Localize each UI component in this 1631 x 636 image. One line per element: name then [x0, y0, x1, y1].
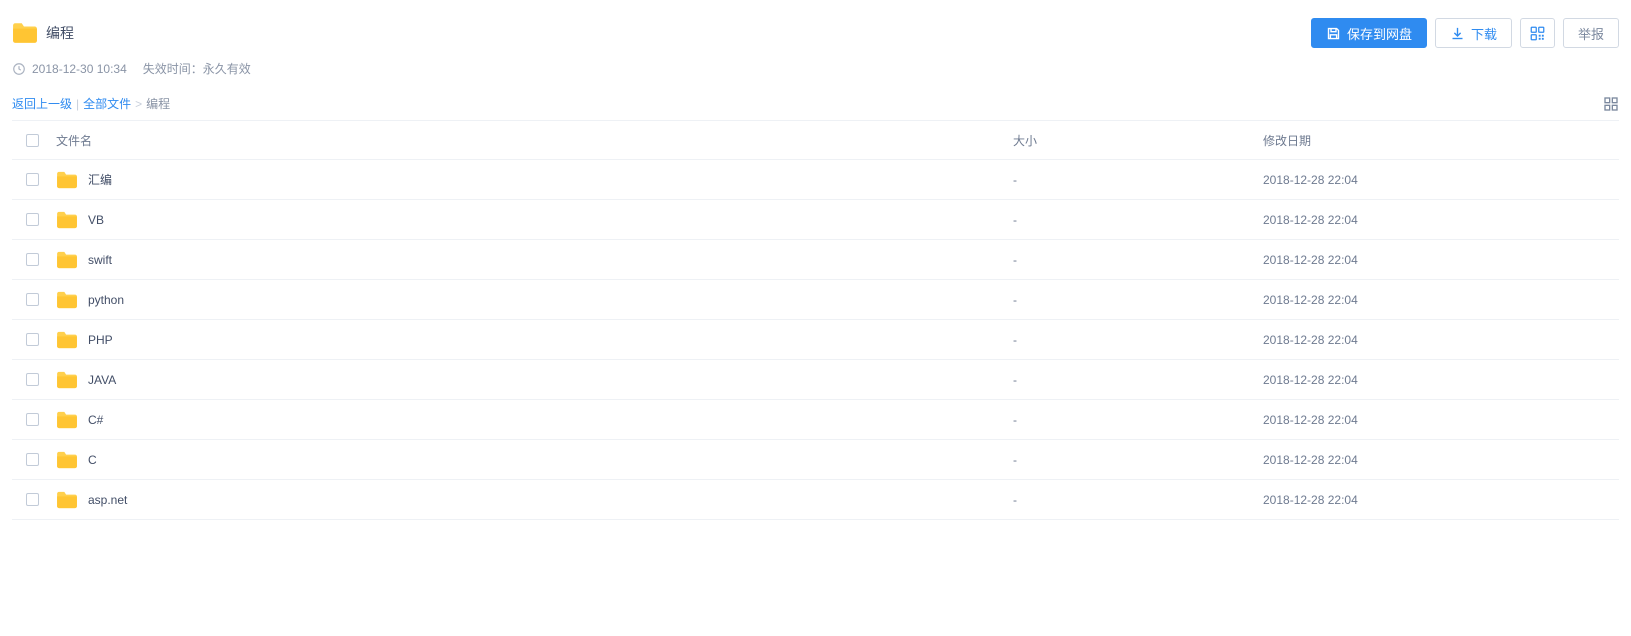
file-date: 2018-12-28 22:04 [1259, 333, 1619, 347]
file-name-link[interactable]: python [88, 293, 124, 307]
file-date: 2018-12-28 22:04 [1259, 213, 1619, 227]
col-name: 文件名 [52, 132, 1009, 149]
qr-icon [1530, 26, 1545, 41]
table-row: python - 2018-12-28 22:04 [12, 280, 1619, 320]
folder-icon [56, 211, 78, 229]
folder-icon [12, 22, 38, 44]
qr-button[interactable] [1520, 18, 1555, 48]
file-name-link[interactable]: asp.net [88, 493, 127, 507]
folder-icon [56, 291, 78, 309]
table-row: swift - 2018-12-28 22:04 [12, 240, 1619, 280]
table-row: JAVA - 2018-12-28 22:04 [12, 360, 1619, 400]
row-checkbox[interactable] [26, 333, 39, 346]
folder-icon [56, 171, 78, 189]
table-row: C# - 2018-12-28 22:04 [12, 400, 1619, 440]
row-checkbox[interactable] [26, 373, 39, 386]
table-row: asp.net - 2018-12-28 22:04 [12, 480, 1619, 520]
file-name-link[interactable]: C [88, 453, 97, 467]
folder-icon [56, 491, 78, 509]
table-row: 汇编 - 2018-12-28 22:04 [12, 160, 1619, 200]
file-name-link[interactable]: swift [88, 253, 112, 267]
file-size: - [1009, 253, 1259, 267]
col-size: 大小 [1009, 132, 1259, 149]
download-icon [1450, 26, 1465, 41]
file-size: - [1009, 413, 1259, 427]
table-row: C - 2018-12-28 22:04 [12, 440, 1619, 480]
table-row: PHP - 2018-12-28 22:04 [12, 320, 1619, 360]
header: 编程 保存到网盘 下载 举报 [12, 10, 1619, 54]
file-size: - [1009, 213, 1259, 227]
clock-icon [12, 62, 26, 76]
file-name-link[interactable]: PHP [88, 333, 113, 347]
table-header: 文件名 大小 修改日期 [12, 120, 1619, 160]
file-name-link[interactable]: VB [88, 213, 104, 227]
col-date: 修改日期 [1259, 132, 1619, 149]
row-checkbox[interactable] [26, 493, 39, 506]
breadcrumb: 返回上一级 | 全部文件 > 编程 [12, 95, 170, 112]
row-checkbox[interactable] [26, 453, 39, 466]
breadcrumb-current: 编程 [146, 95, 170, 112]
file-name-link[interactable]: C# [88, 413, 103, 427]
grid-view-icon[interactable] [1603, 96, 1619, 112]
table-row: VB - 2018-12-28 22:04 [12, 200, 1619, 240]
file-date: 2018-12-28 22:04 [1259, 493, 1619, 507]
select-all-checkbox[interactable] [26, 134, 39, 147]
file-size: - [1009, 453, 1259, 467]
file-date: 2018-12-28 22:04 [1259, 253, 1619, 267]
file-name-link[interactable]: 汇编 [88, 171, 112, 188]
file-date: 2018-12-28 22:04 [1259, 453, 1619, 467]
file-date: 2018-12-28 22:04 [1259, 173, 1619, 187]
folder-icon [56, 371, 78, 389]
download-button[interactable]: 下载 [1435, 18, 1512, 48]
file-size: - [1009, 293, 1259, 307]
file-name-link[interactable]: JAVA [88, 373, 116, 387]
meta-row: 2018-12-30 10:34 失效时间：永久有效 [12, 54, 1619, 87]
file-date: 2018-12-28 22:04 [1259, 373, 1619, 387]
back-link[interactable]: 返回上一级 [12, 95, 72, 112]
save-icon [1326, 26, 1341, 41]
file-size: - [1009, 493, 1259, 507]
row-checkbox[interactable] [26, 413, 39, 426]
row-checkbox[interactable] [26, 173, 39, 186]
file-size: - [1009, 173, 1259, 187]
all-files-link[interactable]: 全部文件 [83, 95, 131, 112]
report-button[interactable]: 举报 [1563, 18, 1619, 48]
breadcrumb-row: 返回上一级 | 全部文件 > 编程 [12, 87, 1619, 120]
action-bar: 保存到网盘 下载 举报 [1311, 18, 1619, 48]
folder-icon [56, 331, 78, 349]
folder-icon [56, 451, 78, 469]
expire-label: 失效时间：永久有效 [143, 60, 251, 77]
folder-icon [56, 411, 78, 429]
file-size: - [1009, 373, 1259, 387]
folder-icon [56, 251, 78, 269]
file-date: 2018-12-28 22:04 [1259, 413, 1619, 427]
save-label: 保存到网盘 [1347, 24, 1412, 43]
row-checkbox[interactable] [26, 293, 39, 306]
row-checkbox[interactable] [26, 253, 39, 266]
report-label: 举报 [1578, 24, 1604, 43]
save-to-disk-button[interactable]: 保存到网盘 [1311, 18, 1427, 48]
file-table: 文件名 大小 修改日期 汇编 - 2018-12-28 22:04 VB - 2… [12, 120, 1619, 520]
file-date: 2018-12-28 22:04 [1259, 293, 1619, 307]
download-label: 下载 [1471, 24, 1497, 43]
share-timestamp: 2018-12-30 10:34 [32, 62, 127, 76]
file-size: - [1009, 333, 1259, 347]
row-checkbox[interactable] [26, 213, 39, 226]
page-title: 编程 [46, 23, 74, 43]
